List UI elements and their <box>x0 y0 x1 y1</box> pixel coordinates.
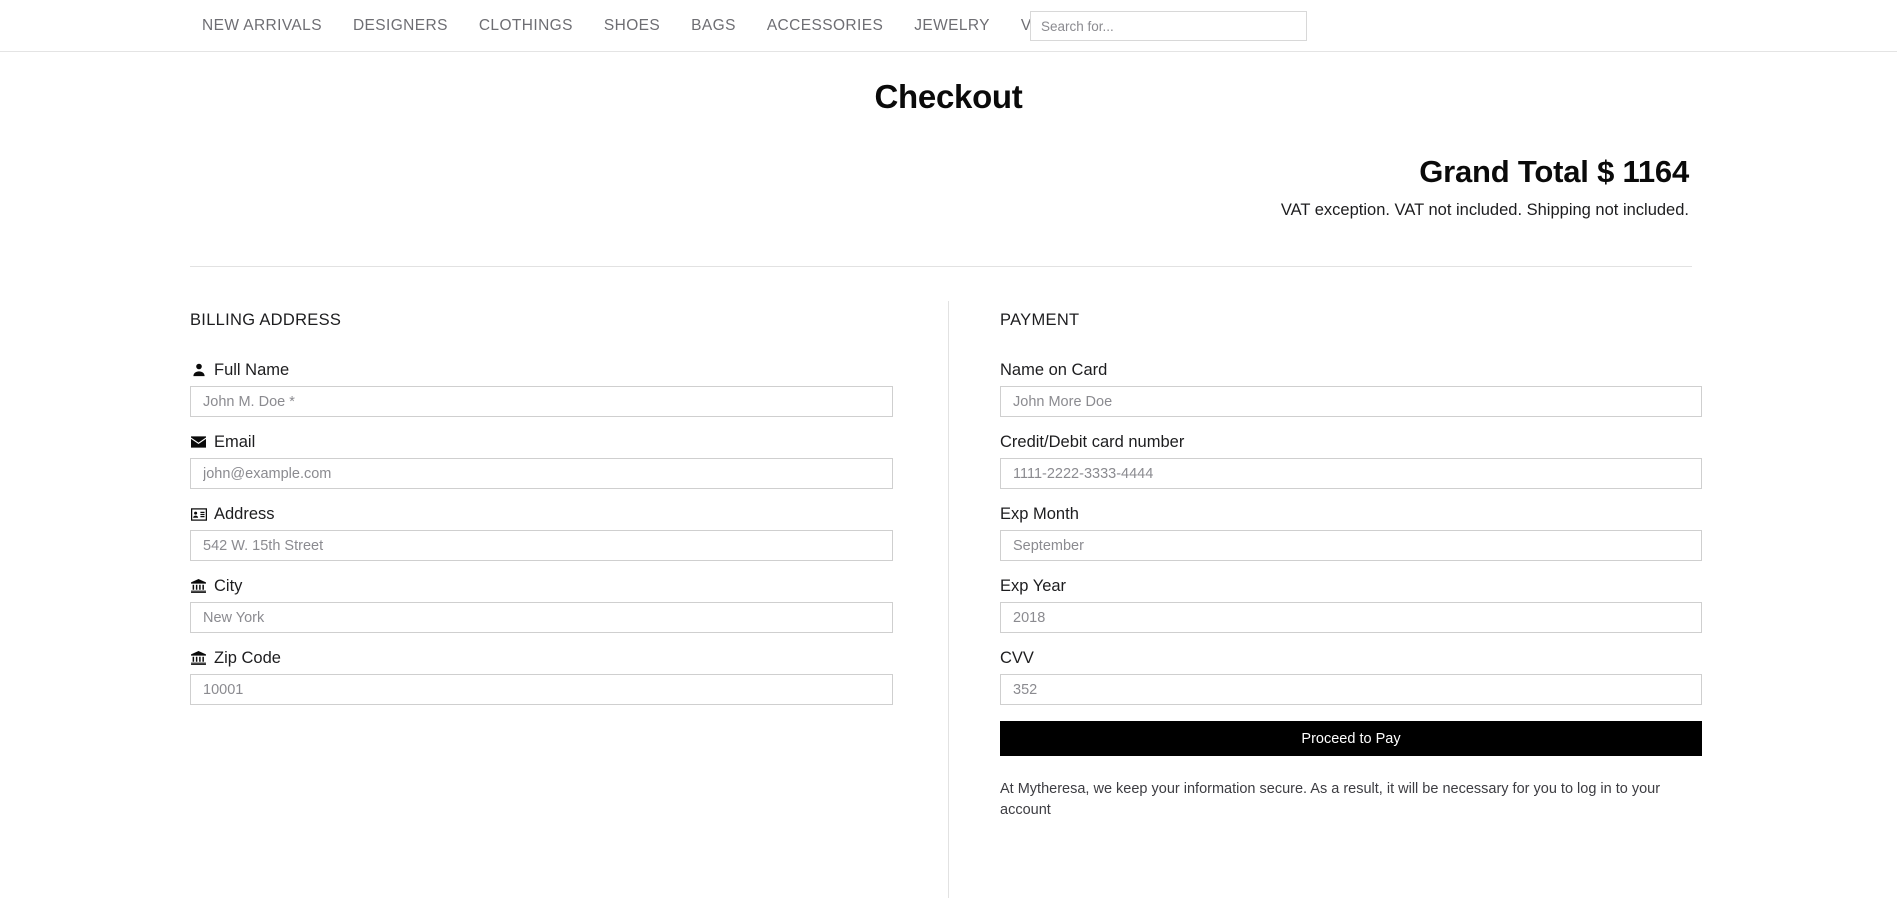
nav-item-new-arrivals[interactable]: NEW ARRIVALS <box>202 17 322 35</box>
field-full-name: Full Name <box>190 360 893 417</box>
column-divider <box>948 301 949 898</box>
label-zip-code-text: Zip Code <box>214 649 281 667</box>
label-cvv: CVV <box>1000 649 1034 667</box>
field-email: Email <box>190 432 893 489</box>
field-cvv: CVV <box>1000 648 1702 705</box>
billing-address-section: BILLING ADDRESS Full Name Email <box>190 311 893 821</box>
field-city: City <box>190 576 893 633</box>
page-title: Checkout <box>874 78 1023 115</box>
label-exp-year: Exp Year <box>1000 577 1067 595</box>
institution-icon <box>190 579 207 594</box>
input-zip-code[interactable] <box>190 674 893 705</box>
payment-section: PAYMENT Name on Card Credit/Debit card n… <box>1000 311 1702 821</box>
nav-item-jewelry[interactable]: JEWELRY <box>914 17 990 35</box>
billing-section-title: BILLING ADDRESS <box>190 311 342 329</box>
nav-item-shoes[interactable]: SHOES <box>604 17 660 35</box>
checkout-form-columns: BILLING ADDRESS Full Name Email <box>0 301 1897 898</box>
label-name-on-card: Name on Card <box>1000 361 1108 379</box>
field-name-on-card: Name on Card <box>1000 360 1702 417</box>
address-card-icon <box>190 507 207 522</box>
payment-section-title: PAYMENT <box>1000 311 1080 329</box>
field-exp-year: Exp Year <box>1000 576 1702 633</box>
envelope-icon <box>190 435 207 450</box>
input-card-number[interactable] <box>1000 458 1702 489</box>
input-email[interactable] <box>190 458 893 489</box>
search-input[interactable] <box>1030 11 1307 41</box>
institution-icon <box>190 651 207 666</box>
label-full-name-text: Full Name <box>214 361 290 379</box>
top-navigation-bar: NEW ARRIVALS DESIGNERS CLOTHINGS SHOES B… <box>0 0 1897 52</box>
search-container <box>1030 11 1307 41</box>
label-address: Address <box>190 504 893 524</box>
nav-item-designers[interactable]: DESIGNERS <box>353 17 448 35</box>
field-zip-code: Zip Code <box>190 648 893 705</box>
label-city-text: City <box>214 577 243 595</box>
user-icon <box>190 363 207 378</box>
label-email: Email <box>190 432 893 452</box>
input-exp-year[interactable] <box>1000 602 1702 633</box>
input-city[interactable] <box>190 602 893 633</box>
nav-item-clothings[interactable]: CLOTHINGS <box>479 17 573 35</box>
label-zip-code: Zip Code <box>190 648 893 668</box>
label-exp-month: Exp Month <box>1000 505 1079 523</box>
order-totals: Grand Total $ 1164 VAT exception. VAT no… <box>0 154 1897 220</box>
label-card-number: Credit/Debit card number <box>1000 433 1185 451</box>
input-full-name[interactable] <box>190 386 893 417</box>
main-nav-links: NEW ARRIVALS DESIGNERS CLOTHINGS SHOES B… <box>202 17 1173 35</box>
label-address-text: Address <box>214 505 275 523</box>
proceed-to-pay-button[interactable]: Proceed to Pay <box>1000 721 1702 756</box>
label-full-name: Full Name <box>190 360 893 380</box>
field-address: Address <box>190 504 893 561</box>
nav-item-bags[interactable]: BAGS <box>691 17 736 35</box>
input-name-on-card[interactable] <box>1000 386 1702 417</box>
label-city: City <box>190 576 893 596</box>
grand-total-amount: Grand Total $ 1164 <box>1419 154 1689 189</box>
input-cvv[interactable] <box>1000 674 1702 705</box>
vat-note: VAT exception. VAT not included. Shippin… <box>1280 201 1689 219</box>
nav-item-accessories[interactable]: ACCESSORIES <box>767 17 883 35</box>
field-card-number: Credit/Debit card number <box>1000 432 1702 489</box>
input-address[interactable] <box>190 530 893 561</box>
input-exp-month[interactable] <box>1000 530 1702 561</box>
field-exp-month: Exp Month <box>1000 504 1702 561</box>
label-email-text: Email <box>214 433 256 451</box>
section-divider <box>190 266 1692 267</box>
secure-information-note: At Mytheresa, we keep your information s… <box>1000 781 1661 819</box>
